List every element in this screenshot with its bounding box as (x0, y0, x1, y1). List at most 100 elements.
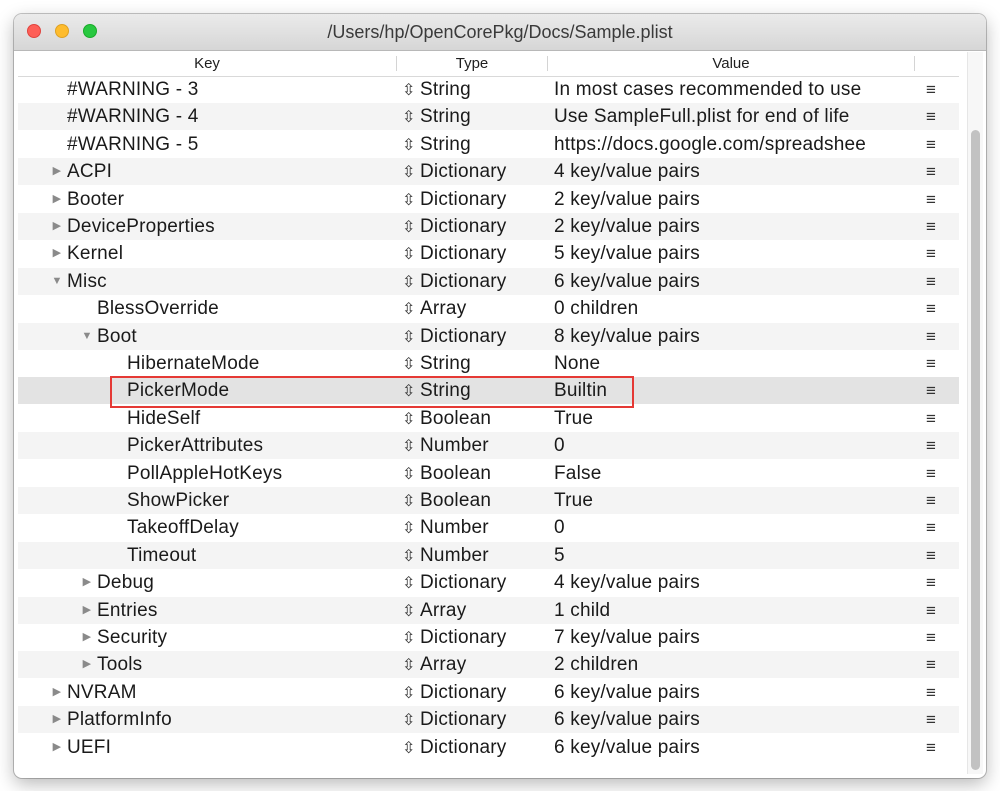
value-cell[interactable]: 0 (554, 514, 914, 541)
key-cell[interactable]: Debug (97, 569, 388, 596)
value-cell[interactable]: True (554, 405, 914, 432)
key-cell[interactable]: PollAppleHotKeys (127, 460, 388, 487)
vertical-scrollbar[interactable] (967, 52, 983, 774)
row-menu-icon[interactable]: ≡ (926, 432, 936, 459)
type-stepper-icon[interactable]: ⇳ (402, 241, 415, 267)
row-menu-icon[interactable]: ≡ (926, 734, 936, 761)
type-cell[interactable]: ⇳ Dictionary (402, 734, 548, 761)
value-cell[interactable]: 1 child (554, 597, 914, 624)
type-stepper-icon[interactable]: ⇳ (402, 598, 415, 624)
disclosure-collapsed-icon[interactable]: ▶ (81, 624, 93, 651)
row-menu-icon[interactable]: ≡ (926, 514, 936, 541)
type-cell[interactable]: ⇳ Number (402, 542, 548, 569)
type-stepper-icon[interactable]: ⇳ (402, 132, 415, 158)
key-cell[interactable]: PlatformInfo (67, 706, 388, 733)
row-menu-icon[interactable]: ≡ (926, 706, 936, 733)
column-divider[interactable] (914, 56, 915, 71)
type-cell[interactable]: ⇳ Number (402, 514, 548, 541)
disclosure-collapsed-icon[interactable]: ▶ (51, 213, 63, 240)
row-menu-icon[interactable]: ≡ (926, 460, 936, 487)
type-stepper-icon[interactable]: ⇳ (402, 324, 415, 350)
value-cell[interactable]: None (554, 350, 914, 377)
key-cell[interactable]: PickerAttributes (127, 432, 388, 459)
table-row[interactable]: #WARNING - 3 ⇳ String In most cases recomme… (18, 76, 959, 103)
type-stepper-icon[interactable]: ⇳ (402, 296, 415, 322)
table-row[interactable]: ▶ PlatformInfo ⇳ Dictionary 6 key/value pair… (18, 706, 959, 733)
type-stepper-icon[interactable]: ⇳ (402, 652, 415, 678)
title-bar[interactable]: /Users/hp/OpenCorePkg/Docs/Sample.plist (14, 14, 986, 51)
disclosure-collapsed-icon[interactable]: ▶ (51, 706, 63, 733)
type-stepper-icon[interactable]: ⇳ (402, 707, 415, 733)
row-menu-icon[interactable]: ≡ (926, 295, 936, 322)
disclosure-expanded-icon[interactable]: ▼ (51, 268, 63, 295)
value-cell[interactable]: 2 children (554, 651, 914, 678)
type-cell[interactable]: ⇳ Dictionary (402, 323, 548, 350)
table-row[interactable]: Timeout ⇳ Number 5 ≡ (18, 542, 959, 569)
value-cell[interactable]: 2 key/value pairs (554, 213, 914, 240)
table-row[interactable]: ▶ Entries ⇳ Array 1 child ≡ (18, 597, 959, 624)
type-cell[interactable]: ⇳ Boolean (402, 460, 548, 487)
type-cell[interactable]: ⇳ Dictionary (402, 706, 548, 733)
disclosure-collapsed-icon[interactable]: ▶ (81, 651, 93, 678)
type-stepper-icon[interactable]: ⇳ (402, 77, 415, 103)
row-menu-icon[interactable]: ≡ (926, 405, 936, 432)
value-cell[interactable]: Use SampleFull.plist for end of life (554, 103, 914, 130)
disclosure-collapsed-icon[interactable]: ▶ (81, 597, 93, 624)
disclosure-collapsed-icon[interactable]: ▶ (51, 679, 63, 706)
value-cell[interactable]: False (554, 460, 914, 487)
table-row[interactable]: PickerAttributes ⇳ Number 0 ≡ (18, 432, 959, 459)
row-menu-icon[interactable]: ≡ (926, 651, 936, 678)
type-column-header[interactable]: Type (397, 51, 547, 76)
value-cell[interactable]: True (554, 487, 914, 514)
table-row[interactable]: ▼ Misc ⇳ Dictionary 6 key/value pairs ≡ (18, 268, 959, 295)
row-menu-icon[interactable]: ≡ (926, 377, 936, 404)
type-stepper-icon[interactable]: ⇳ (402, 406, 415, 432)
disclosure-collapsed-icon[interactable]: ▶ (51, 186, 63, 213)
table-row[interactable]: ShowPicker ⇳ Boolean True ≡ (18, 487, 959, 514)
type-cell[interactable]: ⇳ Dictionary (402, 240, 548, 267)
table-row[interactable]: ▶ DeviceProperties ⇳ Dictionary 2 key/value … (18, 213, 959, 240)
disclosure-expanded-icon[interactable]: ▼ (81, 323, 93, 350)
key-cell[interactable]: BlessOverride (97, 295, 388, 322)
disclosure-collapsed-icon[interactable]: ▶ (51, 158, 63, 185)
key-cell[interactable]: #WARNING - 3 (67, 76, 388, 103)
value-cell[interactable]: 7 key/value pairs (554, 624, 914, 651)
key-cell[interactable]: #WARNING - 5 (67, 131, 388, 158)
table-row[interactable]: #WARNING - 4 ⇳ String Use SampleFull.plist … (18, 103, 959, 130)
value-cell[interactable]: 4 key/value pairs (554, 569, 914, 596)
row-menu-icon[interactable]: ≡ (926, 131, 936, 158)
table-row[interactable]: ▼ Boot ⇳ Dictionary 8 key/value pairs ≡ (18, 323, 959, 350)
type-stepper-icon[interactable]: ⇳ (402, 433, 415, 459)
row-menu-icon[interactable]: ≡ (926, 569, 936, 596)
table-row[interactable]: ▶ ACPI ⇳ Dictionary 4 key/value pairs ≡ (18, 158, 959, 185)
type-cell[interactable]: ⇳ Dictionary (402, 186, 548, 213)
table-row[interactable]: TakeoffDelay ⇳ Number 0 ≡ (18, 514, 959, 541)
value-cell[interactable]: 6 key/value pairs (554, 268, 914, 295)
type-cell[interactable]: ⇳ Dictionary (402, 158, 548, 185)
key-cell[interactable]: HibernateMode (127, 350, 388, 377)
key-cell[interactable]: Tools (97, 651, 388, 678)
type-cell[interactable]: ⇳ Array (402, 295, 548, 322)
table-row[interactable]: ▶ Tools ⇳ Array 2 children ≡ (18, 651, 959, 678)
disclosure-collapsed-icon[interactable]: ▶ (51, 240, 63, 267)
table-row[interactable]: ▶ Booter ⇳ Dictionary 2 key/value pairs ≡ (18, 186, 959, 213)
row-menu-icon[interactable]: ≡ (926, 186, 936, 213)
key-cell[interactable]: Booter (67, 186, 388, 213)
value-cell[interactable]: 5 (554, 542, 914, 569)
table-row[interactable]: HibernateMode ⇳ String None ≡ (18, 350, 959, 377)
type-cell[interactable]: ⇳ String (402, 76, 548, 103)
type-stepper-icon[interactable]: ⇳ (402, 543, 415, 569)
type-cell[interactable]: ⇳ String (402, 350, 548, 377)
value-cell[interactable]: In most cases recommended to use (554, 76, 914, 103)
key-cell[interactable]: Entries (97, 597, 388, 624)
key-cell[interactable]: TakeoffDelay (127, 514, 388, 541)
key-cell[interactable]: DeviceProperties (67, 213, 388, 240)
row-menu-icon[interactable]: ≡ (926, 103, 936, 130)
row-menu-icon[interactable]: ≡ (926, 240, 936, 267)
value-cell[interactable]: https://docs.google.com/spreadshee (554, 131, 914, 158)
key-cell[interactable]: Misc (67, 268, 388, 295)
type-stepper-icon[interactable]: ⇳ (402, 104, 415, 130)
type-stepper-icon[interactable]: ⇳ (402, 680, 415, 706)
value-cell[interactable]: 0 (554, 432, 914, 459)
type-stepper-icon[interactable]: ⇳ (402, 570, 415, 596)
